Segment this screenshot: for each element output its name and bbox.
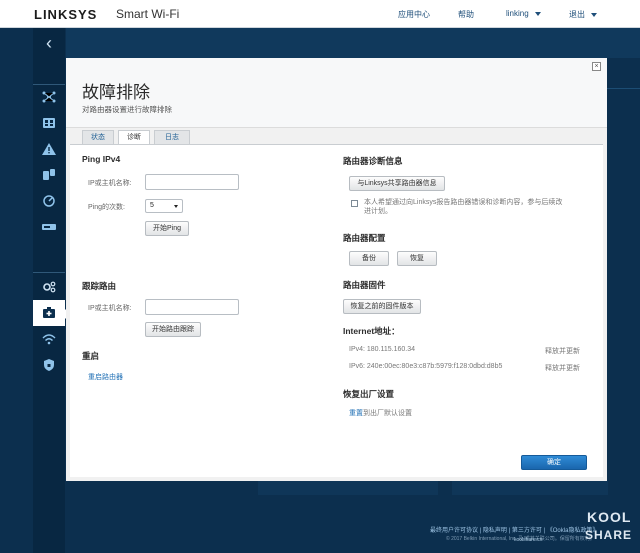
nav-user-menu[interactable]: linking <box>506 9 541 18</box>
watermark-bottom: SHARE <box>585 528 633 542</box>
nav-wireless[interactable] <box>33 326 65 352</box>
speed-test-icon <box>43 195 55 207</box>
traceroute-title: 跟踪路由 <box>82 281 117 291</box>
ping-count-label: Ping的次数: <box>88 204 125 211</box>
product-name: Smart Wi-Fi <box>116 7 180 21</box>
footer-link-third-party[interactable]: 第三方许可 <box>512 528 542 534</box>
nav-network-map[interactable] <box>33 84 65 110</box>
ipv6-address: IPv6: 240e:00ec:80e3:c87b:5979:f128:0dbd… <box>349 363 503 370</box>
consent-checkbox[interactable] <box>351 200 358 207</box>
security-icon <box>44 359 54 371</box>
consent-text: 本人希望通过向Linksys报告路由器错误和诊断内容，参与后续改 进计划。 <box>364 198 574 216</box>
background-card <box>258 481 438 495</box>
ok-button[interactable]: 确定 <box>521 455 587 470</box>
device-list-icon <box>43 118 55 128</box>
user-name: linking <box>506 9 529 18</box>
traceroute-host-input[interactable] <box>145 299 239 315</box>
background-band <box>66 28 640 58</box>
ping-count-select[interactable]: 5 <box>145 199 183 213</box>
tab-logs[interactable]: 日志 <box>154 130 190 144</box>
ipv4-address: IPv4: 180.115.160.34 <box>349 346 416 353</box>
footer-link-eula[interactable]: 最终用户许可协议 <box>430 528 478 534</box>
panel-header: 故障排除 对路由器设置进行故障排除 × <box>66 58 607 128</box>
consent-text-line: 进计划。 <box>364 208 392 215</box>
footer-link-privacy[interactable]: 隐私声明 <box>483 528 507 534</box>
watermark-top: KOOL <box>587 509 632 525</box>
close-icon[interactable]: × <box>592 62 601 71</box>
internet-title: Internet地址： <box>343 326 400 336</box>
back-button[interactable]: ‹ <box>33 28 65 60</box>
connectivity-icon <box>43 281 56 293</box>
nav-connectivity[interactable] <box>33 274 65 300</box>
factory-reset-link[interactable]: 重置 <box>349 410 363 417</box>
network-map-icon <box>42 91 56 103</box>
start-ping-button[interactable]: 开始Ping <box>145 221 189 236</box>
troubleshooting-icon <box>43 307 55 318</box>
diagnostics-content: Ping IPv4 IP或主机名称: Ping的次数: 5 开始Ping 跟踪路… <box>70 144 603 477</box>
koolshare-watermark: KOOL SHARE <box>583 509 635 547</box>
config-title: 路由器配置 <box>343 233 386 243</box>
restore-firmware-button[interactable]: 恢复之前的固件版本 <box>343 299 421 314</box>
firmware-title: 路由器固件 <box>343 280 386 290</box>
reboot-router-link[interactable]: 重启路由器 <box>88 372 123 382</box>
consent-text-line: 本人希望通过向Linksys报告路由器错误和诊断内容，参与后续改 <box>364 199 563 206</box>
nav-logout[interactable]: 退出 <box>569 9 597 20</box>
reboot-title: 重启 <box>82 351 100 361</box>
external-storage-icon <box>42 224 56 230</box>
top-bar: LINKSYS Smart Wi-Fi 应用中心 帮助 linking 退出 <box>0 0 640 28</box>
restore-config-button[interactable]: 恢复 <box>397 251 437 266</box>
chevron-down-icon <box>534 11 541 16</box>
footer-links: 最终用户许可协议 | 隐私声明 | 第三方许可 | 《Ookla隐私政策》 <box>430 528 599 534</box>
tab-diagnostics[interactable]: 诊断 <box>118 130 150 145</box>
ipv4-release-renew[interactable]: 释放并更新 <box>545 346 580 356</box>
nav-parental-controls[interactable] <box>33 162 65 188</box>
ping-host-label: IP或主机名称: <box>88 180 132 187</box>
nav-security[interactable] <box>33 352 65 378</box>
parental-controls-icon <box>43 169 55 180</box>
nav-app-center[interactable]: 应用中心 <box>398 9 430 20</box>
start-traceroute-button[interactable]: 开始路由跟踪 <box>145 322 201 337</box>
page-subtitle: 对路由器设置进行故障排除 <box>82 105 172 114</box>
page-title: 故障排除 <box>82 83 150 102</box>
background-card <box>452 481 608 495</box>
nav-troubleshooting[interactable] <box>33 300 70 326</box>
factory-reset-text: 到出厂默认设置 <box>363 410 412 417</box>
tab-status[interactable]: 状态 <box>82 130 114 144</box>
alert-icon <box>42 143 56 155</box>
watermark-url: koolshare.cn <box>514 537 543 543</box>
nav-separator <box>33 272 65 273</box>
logout-label: 退出 <box>569 10 585 19</box>
traceroute-host-label: IP或主机名称: <box>88 305 132 312</box>
ping-title: Ping IPv4 <box>82 154 121 164</box>
nav-external-storage[interactable] <box>33 214 65 240</box>
nav-alerts[interactable] <box>33 136 65 162</box>
wireless-icon <box>42 334 56 345</box>
backup-button[interactable]: 备份 <box>349 251 389 266</box>
nav-device-list[interactable] <box>33 110 65 136</box>
ping-host-input[interactable] <box>145 174 239 190</box>
share-info-button[interactable]: 与Linksys共享路由器信息 <box>349 176 445 191</box>
chevron-left-icon: ‹ <box>46 33 52 53</box>
nav-help[interactable]: 帮助 <box>458 9 474 20</box>
chevron-down-icon <box>591 12 597 17</box>
nav-speed-test[interactable] <box>33 188 65 214</box>
brand-logo: LINKSYS <box>34 7 98 22</box>
ipv6-release-renew[interactable]: 释放并更新 <box>545 363 580 373</box>
factory-title: 恢复出厂设置 <box>343 389 395 399</box>
diagnostics-title: 路由器诊断信息 <box>343 156 403 166</box>
troubleshooting-panel: 故障排除 对路由器设置进行故障排除 × 状态 诊断 日志 Ping IPv4 I… <box>66 58 607 481</box>
factory-reset-line: 重置到出厂默认设置 <box>349 408 412 418</box>
